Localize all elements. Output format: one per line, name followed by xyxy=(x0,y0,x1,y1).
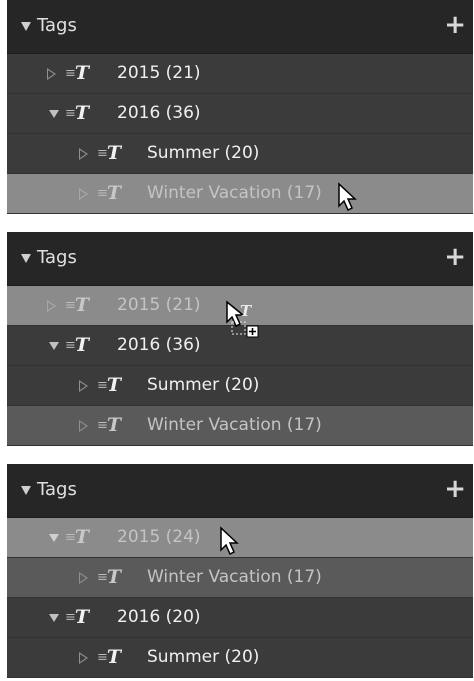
expand-arrow-icon[interactable] xyxy=(79,188,88,200)
collapse-arrow-icon[interactable] xyxy=(21,486,31,495)
tag-label: Winter Vacation (17) xyxy=(147,567,322,587)
expand-arrow-icon[interactable] xyxy=(47,300,56,312)
collapse-arrow-icon[interactable] xyxy=(21,254,31,263)
tag-label: 2015 (21) xyxy=(117,63,201,83)
expand-arrow-icon[interactable] xyxy=(79,652,88,664)
tag-icon: ≡T xyxy=(97,646,122,668)
expand-arrow-icon[interactable] xyxy=(79,148,88,160)
tag-icon: ≡T xyxy=(65,294,90,316)
add-tag-button[interactable]: + xyxy=(444,244,466,270)
collapse-arrow-icon[interactable] xyxy=(49,614,59,622)
tag-icon: ≡T xyxy=(97,182,122,204)
tag-row-2016[interactable]: ≡T 2016 (36) xyxy=(7,94,473,134)
add-tag-button[interactable]: + xyxy=(444,476,466,502)
tag-icon: ≡T xyxy=(65,606,90,628)
tag-label: Summer (20) xyxy=(147,647,260,667)
tag-label: 2016 (36) xyxy=(117,335,201,355)
add-tag-button[interactable]: + xyxy=(444,12,466,38)
tag-row-summer[interactable]: ≡T Summer (20) xyxy=(7,134,473,174)
tag-label: Winter Vacation (17) xyxy=(147,183,322,203)
tag-icon: ≡T xyxy=(65,62,90,84)
tag-label: 2016 (20) xyxy=(117,607,201,627)
tag-label: 2015 (24) xyxy=(117,527,201,547)
tags-title: Tags xyxy=(37,479,77,500)
tag-row-summer[interactable]: ≡T Summer (20) xyxy=(7,638,473,678)
tag-label: 2015 (21) xyxy=(117,295,201,315)
tag-icon: ≡T xyxy=(65,102,90,124)
expand-arrow-icon[interactable] xyxy=(79,572,88,584)
tags-header[interactable]: Tags + xyxy=(7,232,473,286)
expand-arrow-icon[interactable] xyxy=(79,380,88,392)
collapse-arrow-icon[interactable] xyxy=(49,342,59,350)
tag-row-2016[interactable]: ≡T 2016 (36) xyxy=(7,326,473,366)
tags-header[interactable]: Tags + xyxy=(7,0,473,54)
collapse-arrow-icon[interactable] xyxy=(49,110,59,118)
tags-title: Tags xyxy=(37,247,77,268)
tag-row-2015[interactable]: ≡T 2015 (21) T xyxy=(7,286,473,338)
collapse-arrow-icon[interactable] xyxy=(49,534,59,542)
tag-label: Summer (20) xyxy=(147,143,260,163)
tag-row-summer[interactable]: ≡T Summer (20) xyxy=(7,366,473,406)
mouse-pointer-icon xyxy=(220,526,239,556)
tags-header[interactable]: Tags + xyxy=(7,464,473,518)
tag-label: Summer (20) xyxy=(147,375,260,395)
tags-panel-1: Tags + ≡T 2015 (21) ≡T 2016 (36) ≡T Summ… xyxy=(7,0,473,214)
mouse-pointer-icon xyxy=(338,182,357,212)
tags-panel-2: Tags + ≡T 2015 (21) T ≡T 2016 (36) ≡T Su… xyxy=(7,232,473,446)
tag-row-2015[interactable]: ≡T 2015 (24) xyxy=(7,518,473,558)
expand-arrow-icon[interactable] xyxy=(47,68,56,80)
expand-arrow-icon[interactable] xyxy=(79,420,88,432)
tag-row-2015[interactable]: ≡T 2015 (21) xyxy=(7,54,473,94)
tag-icon: ≡T xyxy=(97,566,122,588)
tag-icon: ≡T xyxy=(97,414,122,436)
tag-row-winter-vacation[interactable]: ≡T Winter Vacation (17) xyxy=(7,174,473,214)
tag-icon: ≡T xyxy=(97,374,122,396)
collapse-arrow-icon[interactable] xyxy=(21,22,31,31)
tag-row-2016[interactable]: ≡T 2016 (20) xyxy=(7,598,473,638)
tag-row-winter-vacation[interactable]: ≡T Winter Vacation (17) xyxy=(7,406,473,446)
tags-panel-3: Tags + ≡T 2015 (24) ≡T Winter Vacation (… xyxy=(7,464,473,678)
tag-icon: ≡T xyxy=(97,142,122,164)
tag-row-winter-vacation[interactable]: ≡T Winter Vacation (17) xyxy=(7,558,473,598)
tag-icon: ≡T xyxy=(65,334,90,356)
svg-text:T: T xyxy=(240,302,253,320)
tag-icon: ≡T xyxy=(65,526,90,548)
tag-label: Winter Vacation (17) xyxy=(147,415,322,435)
tags-title: Tags xyxy=(37,15,77,36)
tag-label: 2016 (36) xyxy=(117,103,201,123)
